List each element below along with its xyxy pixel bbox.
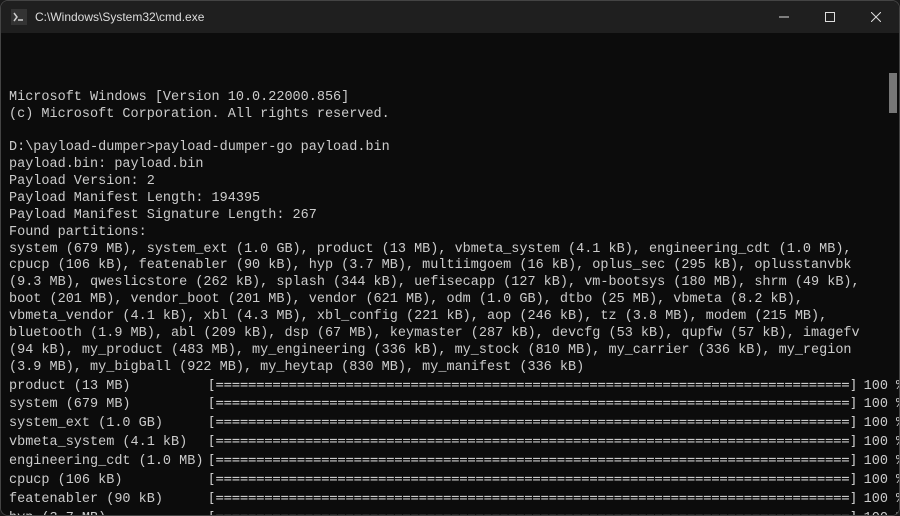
output-line: Payload Manifest Length: 194395	[9, 191, 260, 206]
progress-row: hyp (3.7 MB)[===========================…	[9, 509, 899, 515]
progress-name: cpucp (106 kB)	[9, 471, 207, 490]
progress-pct: 100 %	[858, 414, 899, 433]
progress-row: system (679 MB)[========================…	[9, 395, 899, 414]
progress-bar: [=======================================…	[207, 433, 857, 452]
progress-name: engineering_cdt (1.0 MB)	[9, 452, 207, 471]
progress-name: system (679 MB)	[9, 395, 207, 414]
maximize-button[interactable]	[807, 1, 853, 33]
progress-bar: [=======================================…	[207, 395, 857, 414]
window-buttons	[761, 1, 899, 33]
scrollbar-thumb[interactable]	[889, 73, 897, 113]
window-title: C:\Windows\System32\cmd.exe	[35, 10, 761, 24]
titlebar[interactable]: C:\Windows\System32\cmd.exe	[1, 1, 899, 33]
progress-name: vbmeta_system (4.1 kB)	[9, 433, 207, 452]
progress-pct: 100 %	[858, 471, 899, 490]
progress-row: featenabler (90 kB)[====================…	[9, 490, 899, 509]
progress-bar: [=======================================…	[207, 509, 857, 515]
progress-row: engineering_cdt (1.0 MB)[===============…	[9, 452, 899, 471]
output-line: payload.bin: payload.bin	[9, 157, 203, 172]
output-line: Payload Manifest Signature Length: 267	[9, 208, 317, 223]
output-line: Payload Version: 2	[9, 174, 155, 189]
progress-name: product (13 MB)	[9, 377, 207, 396]
partitions-list: system (679 MB), system_ext (1.0 GB), pr…	[9, 242, 868, 375]
prompt-line: D:\payload-dumper>payload-dumper-go payl…	[9, 140, 390, 155]
output-line: Found partitions:	[9, 225, 147, 240]
progress-pct: 100 %	[858, 509, 899, 515]
output-line: (c) Microsoft Corporation. All rights re…	[9, 107, 390, 122]
progress-name: system_ext (1.0 GB)	[9, 414, 207, 433]
cmd-window: C:\Windows\System32\cmd.exe Microsoft Wi…	[0, 0, 900, 516]
progress-row: product (13 MB)[========================…	[9, 377, 899, 396]
progress-pct: 100 %	[858, 377, 899, 396]
progress-bar: [=======================================…	[207, 377, 857, 396]
close-button[interactable]	[853, 1, 899, 33]
progress-bar: [=======================================…	[207, 471, 857, 490]
progress-name: featenabler (90 kB)	[9, 490, 207, 509]
progress-row: system_ext (1.0 GB)[====================…	[9, 414, 899, 433]
minimize-button[interactable]	[761, 1, 807, 33]
progress-pct: 100 %	[858, 452, 899, 471]
output-line: Microsoft Windows [Version 10.0.22000.85…	[9, 90, 349, 105]
progress-pct: 100 %	[858, 433, 899, 452]
progress-row: cpucp (106 kB)[=========================…	[9, 471, 899, 490]
cmd-icon	[11, 9, 27, 25]
progress-pct: 100 %	[858, 490, 899, 509]
progress-bar: [=======================================…	[207, 490, 857, 509]
progress-pct: 100 %	[858, 395, 899, 414]
progress-bar: [=======================================…	[207, 452, 857, 471]
progress-row: vbmeta_system (4.1 kB)[=================…	[9, 433, 899, 452]
terminal-area[interactable]: Microsoft Windows [Version 10.0.22000.85…	[1, 33, 899, 515]
progress-name: hyp (3.7 MB)	[9, 509, 207, 515]
progress-bar: [=======================================…	[207, 414, 857, 433]
progress-table: product (13 MB)[========================…	[9, 377, 899, 516]
